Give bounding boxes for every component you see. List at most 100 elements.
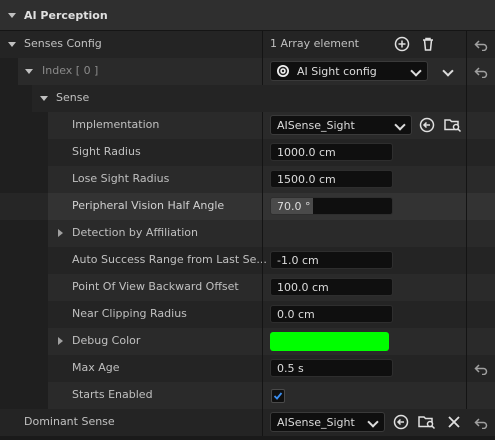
auto-success-label: Auto Success Range from Last Se... (72, 253, 267, 266)
peripheral-vision-label: Peripheral Vision Half Angle (72, 199, 225, 212)
column-divider (466, 382, 467, 409)
column-divider (262, 58, 263, 85)
implementation-combo[interactable]: AISense_Sight (270, 115, 412, 135)
pov-offset-field[interactable]: 100.0 cm (270, 278, 393, 296)
category-title: AI Perception (24, 9, 108, 22)
column-divider (466, 85, 467, 112)
column-divider (262, 301, 263, 328)
auto-success-row: Auto Success Range from Last Se... -1.0 … (0, 247, 495, 274)
column-divider (466, 220, 467, 247)
detection-affiliation-row: Detection by Affiliation (0, 220, 495, 247)
column-divider (466, 193, 467, 220)
senses-config-label: Senses Config (24, 37, 102, 50)
column-divider (466, 31, 467, 58)
sense-config-combo[interactable]: AI Sight config (270, 61, 428, 81)
column-divider (262, 139, 263, 166)
expand-arrow-icon[interactable] (58, 229, 63, 237)
expand-arrow-icon[interactable] (8, 42, 16, 47)
column-divider (262, 166, 263, 193)
detection-affiliation-label: Detection by Affiliation (72, 226, 199, 239)
near-clipping-value: 0.0 cm (277, 308, 315, 321)
column-divider (262, 220, 263, 247)
pov-offset-label: Point Of View Backward Offset (72, 280, 239, 293)
dominant-sense-combo[interactable]: AISense_Sight (270, 412, 385, 432)
chevron-down-icon[interactable] (442, 65, 454, 77)
index-label: Index [ 0 ] (42, 64, 99, 77)
checkmark-icon (273, 392, 283, 400)
peripheral-vision-field[interactable]: 70.0 ° (270, 197, 393, 215)
column-divider (262, 112, 263, 139)
sight-radius-value: 1000.0 cm (277, 146, 336, 159)
expand-arrow-icon[interactable] (40, 96, 48, 101)
chevron-down-icon (367, 416, 379, 428)
column-divider (466, 112, 467, 139)
column-divider (262, 328, 263, 355)
chevron-down-icon (410, 65, 422, 77)
column-divider (262, 274, 263, 301)
lose-sight-radius-value: 1500.0 cm (277, 173, 336, 186)
starts-enabled-row: Starts Enabled (0, 382, 495, 409)
debug-color-label: Debug Color (72, 334, 141, 347)
implementation-label: Implementation (72, 118, 160, 131)
max-age-label: Max Age (72, 361, 120, 374)
trash-icon[interactable] (420, 36, 436, 52)
column-divider (466, 139, 467, 166)
lose-sight-radius-row: Lose Sight Radius 1500.0 cm (0, 166, 495, 193)
reset-to-default-icon[interactable] (474, 417, 488, 429)
column-divider (466, 247, 467, 274)
debug-color-swatch[interactable] (270, 332, 389, 351)
pov-offset-row: Point Of View Backward Offset 100.0 cm (0, 274, 495, 301)
starts-enabled-checkbox[interactable] (271, 389, 285, 403)
dominant-sense-label: Dominant Sense (24, 415, 115, 428)
implementation-row: Implementation AISense_Sight (0, 112, 495, 139)
pov-offset-value: 100.0 cm (277, 281, 329, 294)
category-header[interactable]: AI Perception (0, 0, 495, 31)
peripheral-vision-value: 70.0 ° (277, 200, 311, 213)
column-divider (262, 247, 263, 274)
column-divider (262, 193, 263, 220)
browse-asset-icon[interactable] (418, 414, 436, 430)
reset-to-default-icon[interactable] (474, 66, 488, 78)
expand-arrow-icon[interactable] (25, 69, 33, 74)
auto-success-field[interactable]: -1.0 cm (270, 251, 393, 269)
clear-icon[interactable] (447, 415, 461, 429)
starts-enabled-label: Starts Enabled (72, 388, 153, 401)
near-clipping-label: Near Clipping Radius (72, 307, 187, 320)
near-clipping-row: Near Clipping Radius 0.0 cm (0, 301, 495, 328)
expand-arrow-icon[interactable] (58, 337, 63, 345)
column-divider (466, 274, 467, 301)
column-divider (466, 328, 467, 355)
chevron-down-icon (394, 119, 406, 131)
collapse-arrow-icon[interactable] (8, 13, 16, 18)
config-class-icon (277, 65, 289, 77)
add-element-icon[interactable] (394, 36, 410, 52)
array-count: 1 Array element (270, 37, 359, 50)
max-age-row: Max Age 0.5 s (0, 355, 495, 382)
column-divider (262, 355, 263, 382)
column-divider (466, 166, 467, 193)
column-divider (466, 301, 467, 328)
sense-label: Sense (56, 91, 90, 104)
senses-config-row: Senses Config 1 Array element (0, 31, 495, 58)
peripheral-vision-row: Peripheral Vision Half Angle 70.0 ° (0, 193, 495, 220)
column-divider (262, 382, 263, 409)
sight-radius-field[interactable]: 1000.0 cm (270, 143, 393, 161)
reset-to-default-icon[interactable] (474, 39, 488, 51)
near-clipping-field[interactable]: 0.0 cm (270, 305, 393, 323)
column-divider (466, 355, 467, 382)
debug-color-row: Debug Color (0, 328, 495, 355)
column-divider (262, 409, 263, 436)
use-selected-icon[interactable] (419, 117, 435, 133)
dominant-sense-row: Dominant Sense AISense_Sight (0, 409, 495, 436)
reset-to-default-icon[interactable] (474, 363, 488, 375)
dominant-sense-value: AISense_Sight (277, 416, 355, 429)
max-age-value: 0.5 s (277, 362, 304, 375)
use-selected-icon[interactable] (393, 414, 409, 430)
max-age-field[interactable]: 0.5 s (270, 359, 393, 377)
index-row: Index [ 0 ] AI Sight config (0, 58, 495, 85)
column-divider (262, 31, 263, 58)
browse-asset-icon[interactable] (444, 117, 462, 133)
lose-sight-radius-field[interactable]: 1500.0 cm (270, 170, 393, 188)
sight-radius-label: Sight Radius (72, 145, 141, 158)
column-divider (466, 58, 467, 85)
